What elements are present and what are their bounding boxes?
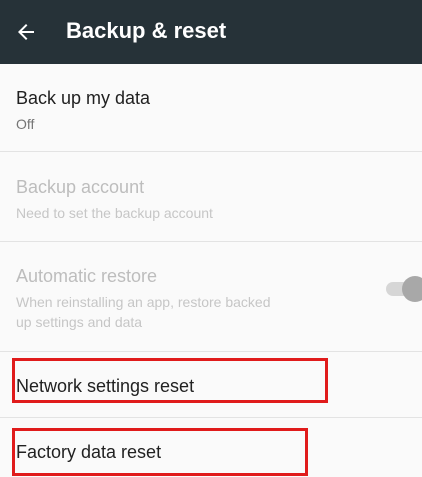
toggle-thumb: [402, 276, 422, 302]
toolbar: Backup & reset: [0, 0, 422, 64]
item-subtitle-line2: up settings and data: [16, 314, 143, 330]
arrow-back-icon: [18, 24, 34, 40]
item-subtitle: Off: [16, 116, 35, 132]
back-button[interactable]: [10, 16, 42, 48]
item-title: Network settings reset: [16, 376, 195, 396]
item-title: Automatic restore: [16, 266, 158, 286]
factory-data-reset-item[interactable]: Factory data reset: [0, 418, 422, 477]
automatic-restore-item: Automatic restore When reinstalling an a…: [0, 242, 422, 352]
item-title: Backup account: [16, 177, 145, 197]
back-up-my-data-item[interactable]: Back up my data Off: [0, 64, 422, 152]
automatic-restore-toggle: [386, 275, 422, 303]
backup-reset-screen: Backup & reset Back up my data Off Backu…: [0, 0, 422, 477]
item-subtitle-line1: When reinstalling an app, restore backed: [16, 294, 271, 310]
backup-account-item: Backup account Need to set the backup ac…: [0, 152, 422, 242]
item-subtitle: Need to set the backup account: [16, 205, 213, 221]
item-title: Back up my data: [16, 88, 151, 108]
page-title: Backup & reset: [66, 18, 227, 43]
item-title: Factory data reset: [16, 442, 162, 462]
network-settings-reset-item[interactable]: Network settings reset: [0, 352, 422, 418]
